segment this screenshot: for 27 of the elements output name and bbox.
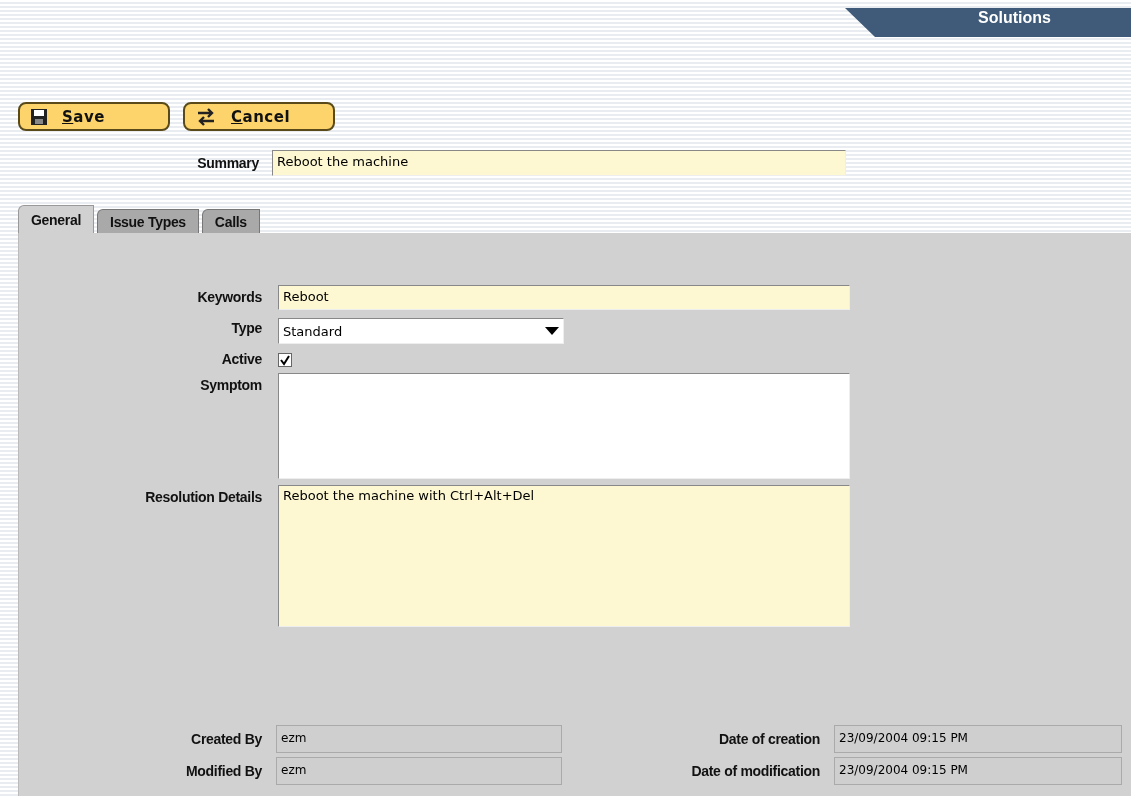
field-label: Symptom <box>199 376 262 393</box>
tab[interactable]: Calls <box>201 209 260 233</box>
resolution-textarea[interactable]: Reboot the machine with Ctrl+Alt+Del <box>278 485 850 627</box>
keywords-field[interactable]: Reboot <box>278 285 850 310</box>
readonly-field: ezm <box>276 757 562 785</box>
readonly-field: ezm <box>276 725 562 753</box>
tab[interactable]: General <box>18 205 95 233</box>
field-label: Resolution Details <box>144 488 262 505</box>
field-label: Date of modification <box>690 763 820 779</box>
field-label: Modified By <box>184 763 262 779</box>
field-label: Type <box>230 319 262 336</box>
field-label: Created By <box>190 731 262 747</box>
dropdown-arrow-icon <box>545 327 559 335</box>
type-dropdown[interactable]: Standard <box>278 318 564 344</box>
field-label: Summary <box>196 155 259 171</box>
summary-field[interactable]: Reboot the machine <box>272 150 846 176</box>
readonly-field: 23/09/2004 09:15 PM <box>834 757 1122 785</box>
tab[interactable]: Issue Types <box>97 209 199 233</box>
save-button[interactable]: Save <box>18 102 170 131</box>
field-label: Active <box>220 350 262 367</box>
swap-arrows-icon <box>195 107 217 126</box>
page-title: Solutions <box>845 8 1131 37</box>
active-checkbox[interactable] <box>278 353 292 367</box>
field-label: Keywords <box>196 288 262 305</box>
readonly-field: 23/09/2004 09:15 PM <box>834 725 1122 753</box>
cancel-button[interactable]: Cancel <box>183 102 335 131</box>
field-label: Date of creation <box>718 731 820 747</box>
